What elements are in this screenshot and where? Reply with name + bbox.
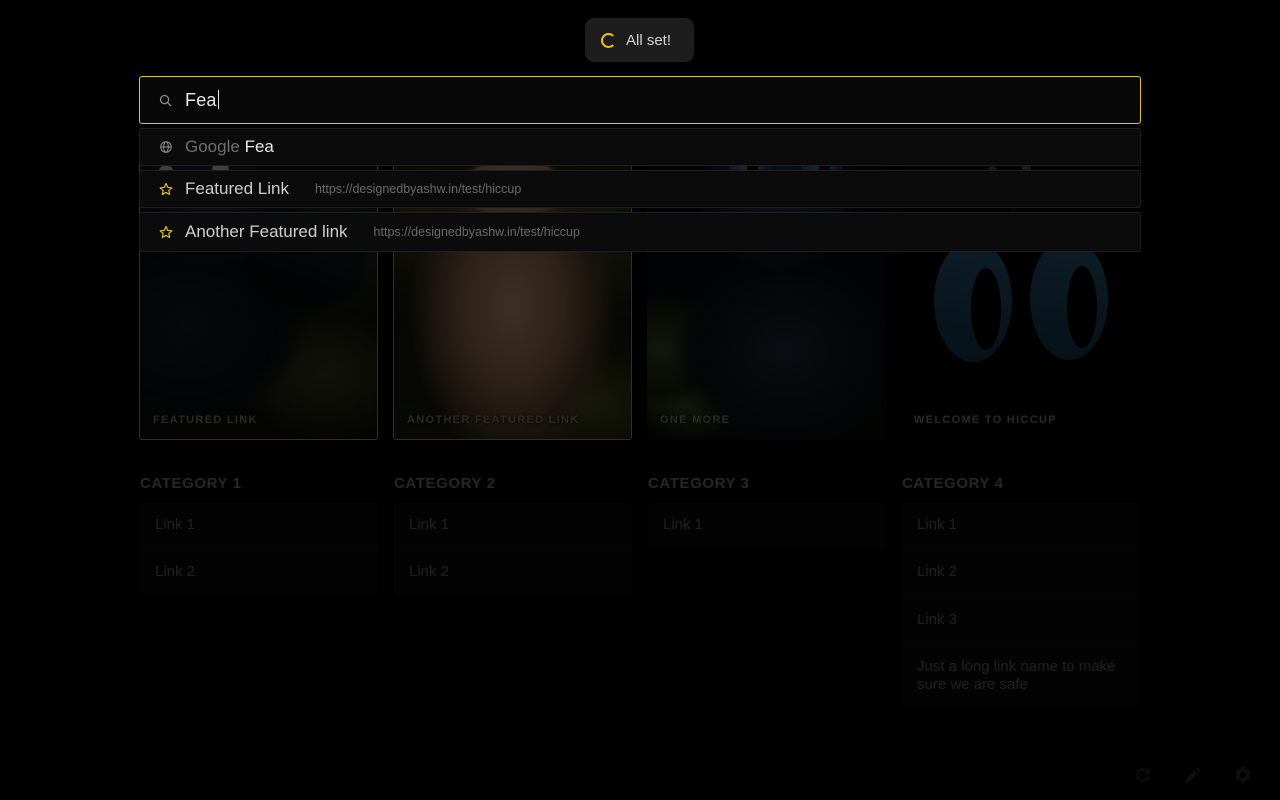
suggestion-label: Featured Link: [185, 179, 289, 198]
suggestion-google-search[interactable]: Google Fea: [139, 128, 1141, 166]
suggestion-label: Another Featured link: [185, 222, 348, 241]
star-icon: [158, 225, 173, 240]
globe-icon: [158, 140, 173, 155]
text-caret: [217, 89, 219, 109]
suggestion-label: Google Fea: [185, 137, 274, 156]
suggestion-url: https://designedbyashw.in/test/hiccup: [373, 225, 580, 239]
suggestion-url: https://designedbyashw.in/test/hiccup: [314, 182, 522, 196]
star-icon: [158, 182, 173, 197]
search-icon: [158, 93, 173, 108]
status-toast: All set!: [585, 18, 694, 62]
suggestion-featured-link[interactable]: Featured Link https://designedbyashw.in/…: [139, 170, 1141, 208]
search-overlay: Fea Google Fea Featured Link https://des…: [139, 76, 1141, 252]
toast-message: All set!: [626, 31, 672, 49]
search-input-value: Fea: [185, 89, 219, 110]
spinner-icon: [601, 32, 616, 48]
search-input[interactable]: Fea: [139, 76, 1141, 124]
suggestion-another-featured-link[interactable]: Another Featured link https://designedby…: [139, 212, 1141, 252]
